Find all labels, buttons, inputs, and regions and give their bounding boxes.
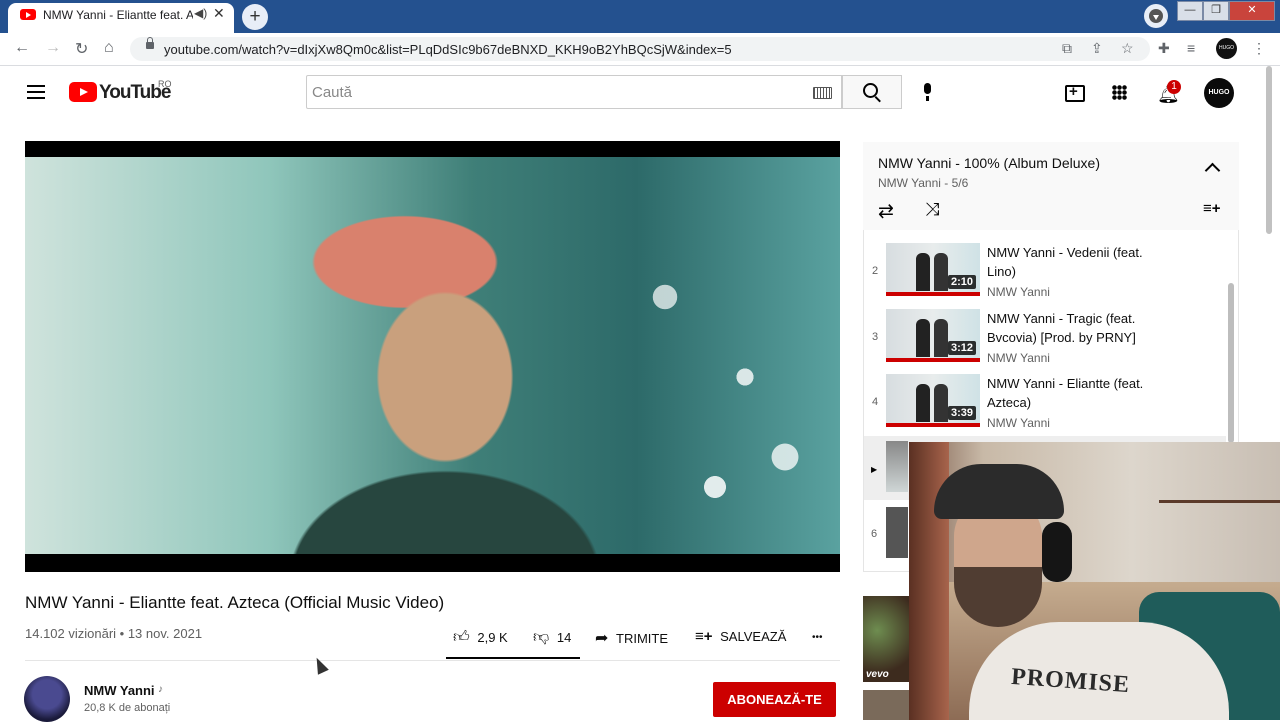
page-scrollbar[interactable] xyxy=(1266,66,1272,234)
search-icon[interactable] xyxy=(863,83,878,98)
window-close-button[interactable]: ✕ xyxy=(1229,1,1275,21)
playlist-item-title[interactable]: NMW Yanni - Vedenii (feat. Lino) xyxy=(987,243,1157,281)
new-tab-button[interactable]: + xyxy=(242,4,268,30)
microphone-icon[interactable] xyxy=(924,83,931,101)
video-views-date[interactable]: 14.102 vizionări • 13 nov. 2021 xyxy=(25,626,202,641)
webcam-overlay: PROMISE xyxy=(909,442,1280,720)
duration-badge: 2:10 xyxy=(947,275,976,289)
playlist-item-channel: NMW Yanni xyxy=(987,351,1050,365)
duration-badge: 3:12 xyxy=(947,341,976,355)
divider xyxy=(25,660,840,661)
playlist-item-thumbnail[interactable]: 3:39 xyxy=(886,374,980,427)
browser-menu-icon[interactable]: ⋮ xyxy=(1252,40,1266,57)
playlist-item-channel: NMW Yanni xyxy=(987,416,1050,430)
share-icon[interactable]: ⇪ xyxy=(1091,40,1103,57)
duration-badge: 3:39 xyxy=(947,406,976,420)
hamburger-menu-icon[interactable] xyxy=(27,85,45,99)
extensions-icon[interactable]: ✚ xyxy=(1158,40,1170,57)
url-text[interactable]: youtube.com/watch?v=dIxjXw8Qm0c&list=PLq… xyxy=(164,42,732,57)
playlist-item-index: 4 xyxy=(871,396,879,408)
add-to-playlist-icon: ≡+ xyxy=(695,628,713,645)
youtube-logo-icon[interactable] xyxy=(69,82,97,102)
playlist-item[interactable]: 4 3:39 NMW Yanni - Eliantte (feat. Aztec… xyxy=(864,374,1226,436)
tab-search-icon[interactable] xyxy=(1144,4,1168,28)
like-count: 2,9 K xyxy=(477,630,508,645)
search-placeholder[interactable]: Caută xyxy=(312,84,352,101)
playlist-title[interactable]: NMW Yanni - 100% (Album Deluxe) xyxy=(878,155,1100,171)
channel-avatar[interactable] xyxy=(24,676,70,722)
webcam-cap xyxy=(934,464,1064,519)
playlist-item-thumbnail[interactable] xyxy=(886,441,908,492)
related-video-thumbnail[interactable] xyxy=(863,690,910,720)
save-button[interactable]: ≡+ SALVEAZĂ xyxy=(695,628,786,645)
lock-icon[interactable] xyxy=(146,37,154,49)
playlist-item-title[interactable]: NMW Yanni - Tragic (feat. Bvcovia) [Prod… xyxy=(987,309,1157,347)
country-code: RO xyxy=(158,79,172,89)
account-avatar[interactable]: HUGO xyxy=(1204,78,1234,108)
now-playing-icon: ▶ xyxy=(871,465,878,474)
subscribe-button[interactable]: ABONEAZĂ-TE xyxy=(713,682,836,717)
video-player[interactable] xyxy=(25,141,840,572)
forward-arrow-icon[interactable]: → xyxy=(45,39,61,57)
playlist-item-index: 3 xyxy=(871,331,879,343)
like-button[interactable]: 👍︎ 2,9 K xyxy=(453,628,508,647)
share-button[interactable]: ➦ TRIMITE xyxy=(595,628,668,648)
create-video-icon[interactable] xyxy=(1065,83,1085,102)
webcam-beard xyxy=(954,567,1042,627)
playlist-item-channel: NMW Yanni xyxy=(987,285,1050,299)
window-maximize-button[interactable]: ❐ xyxy=(1203,1,1229,21)
subscriber-count: 20,8 K de abonați xyxy=(84,702,171,714)
playlist-item-thumbnail[interactable]: 2:10 xyxy=(886,243,980,296)
webcam-shelf xyxy=(1159,500,1280,503)
dislike-count: 14 xyxy=(556,630,572,645)
search-input[interactable] xyxy=(306,75,842,109)
mouse-cursor-icon xyxy=(311,655,329,675)
playlist-item[interactable]: 3 3:12 NMW Yanni - Tragic (feat. Bvcovia… xyxy=(864,309,1226,371)
open-in-app-icon[interactable]: ⧉ xyxy=(1062,40,1072,57)
reload-icon[interactable]: ↻ xyxy=(75,39,88,59)
dislike-button[interactable]: 👎︎ 14 xyxy=(533,628,571,647)
playlist-item-index: 2 xyxy=(871,265,879,277)
tab-title: NMW Yanni - Eliantte feat. A xyxy=(43,8,193,22)
back-arrow-icon[interactable]: ← xyxy=(14,39,30,57)
close-tab-icon[interactable]: ✕ xyxy=(213,5,225,22)
browser-profile-avatar[interactable]: HUGO xyxy=(1216,38,1237,59)
loop-playlist-icon[interactable]: ⇄ xyxy=(878,200,894,223)
like-ratio-bar xyxy=(446,657,580,659)
vevo-badge: vevo xyxy=(866,669,889,680)
share-label: TRIMITE xyxy=(616,631,669,646)
video-title: NMW Yanni - Eliantte feat. Azteca (Offic… xyxy=(25,593,445,612)
playlist-item-thumbnail[interactable] xyxy=(886,507,908,558)
thumbs-down-icon: 👎︎ xyxy=(533,629,550,646)
bookmark-star-icon[interactable]: ☆ xyxy=(1121,40,1134,57)
video-frame xyxy=(25,157,840,554)
shuffle-icon[interactable]: ⤨ xyxy=(925,199,939,220)
playlist-item-title[interactable]: NMW Yanni - Eliantte (feat. Azteca) xyxy=(987,374,1157,412)
youtube-favicon-icon xyxy=(20,9,36,20)
headphones-icon xyxy=(1042,522,1072,582)
playlist-item-thumbnail[interactable]: 3:12 xyxy=(886,309,980,362)
save-playlist-icon[interactable]: ≡+ xyxy=(1203,200,1221,217)
playlist-subtitle[interactable]: NMW Yanni - 5/6 xyxy=(878,176,968,190)
playlist-item[interactable]: 2 2:10 NMW Yanni - Vedenii (feat. Lino) … xyxy=(864,243,1226,305)
window-minimize-button[interactable]: — xyxy=(1177,1,1203,21)
playlist-item-index: 6 xyxy=(871,528,878,540)
channel-name[interactable]: NMW Yanni xyxy=(84,683,155,698)
keyboard-icon[interactable] xyxy=(813,87,832,99)
music-note-icon: ♪ xyxy=(158,684,163,695)
save-label: SALVEAZĂ xyxy=(720,629,787,644)
audio-playing-icon[interactable]: ◀) xyxy=(194,6,207,20)
playlist-scrollbar[interactable] xyxy=(1228,283,1234,443)
thumbs-up-icon: 👍︎ xyxy=(453,629,470,646)
media-control-icon[interactable]: ≡ xyxy=(1187,40,1195,56)
apps-grid-icon[interactable] xyxy=(1112,85,1127,100)
notification-badge: 1 xyxy=(1167,80,1181,94)
shirt-print-text: PROMISE xyxy=(1010,663,1131,699)
home-icon[interactable]: ⌂ xyxy=(104,39,114,57)
share-arrow-icon: ➦ xyxy=(595,630,609,647)
more-actions-icon[interactable]: ••• xyxy=(812,632,823,643)
